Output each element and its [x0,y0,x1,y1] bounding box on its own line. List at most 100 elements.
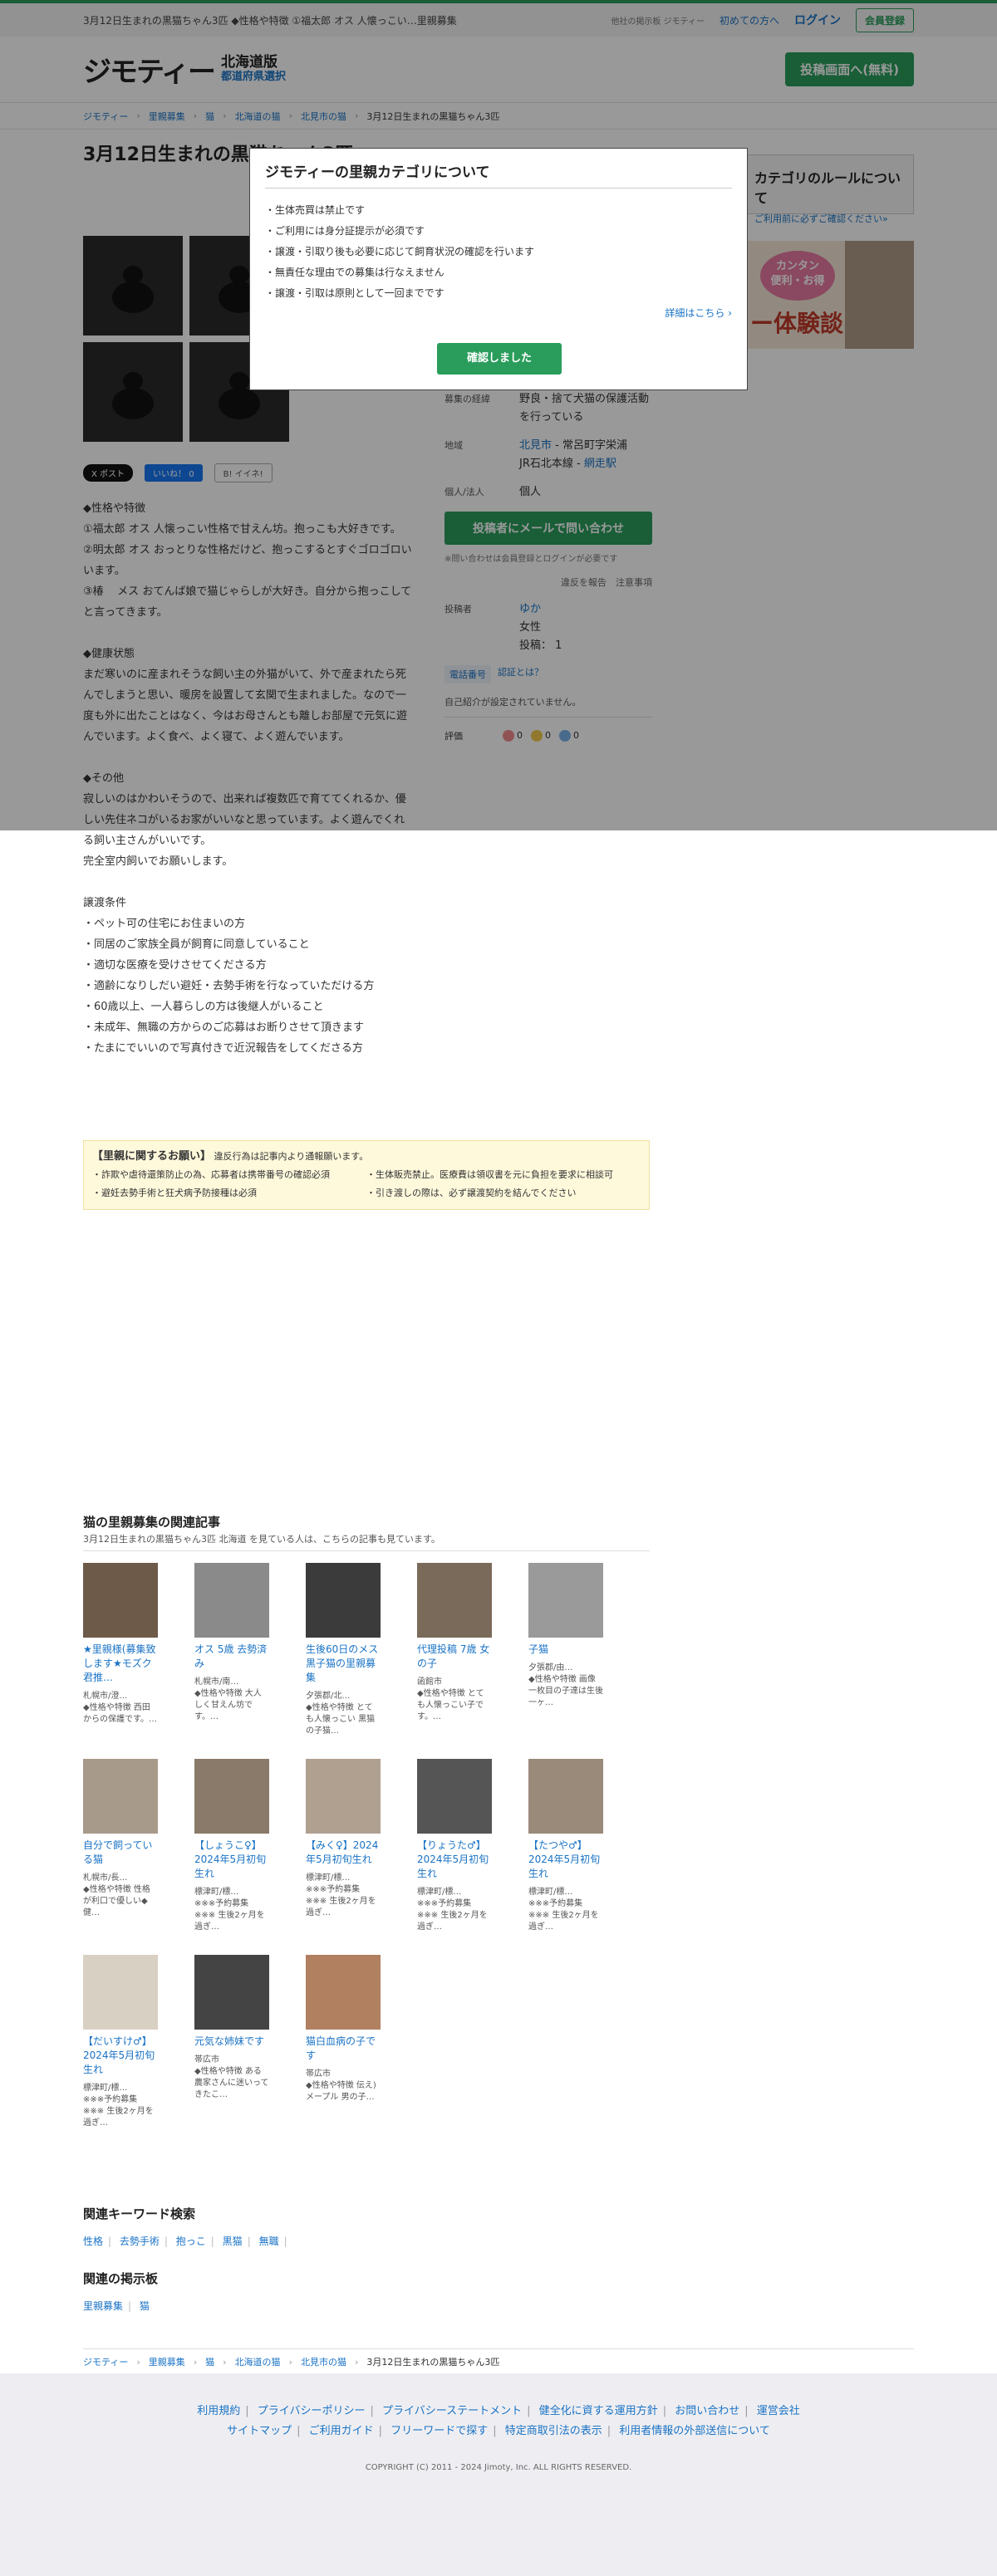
related-card-image[interactable] [194,1563,269,1638]
footer-link[interactable]: フリーワードで探す [390,2425,488,2437]
related-card-image[interactable] [83,1955,158,2030]
breadcrumb-current: 3月12日生まれの黒猫ちゃん3匹 [366,2357,500,2368]
related-card-desc: ◆性格や特徴 伝え) メープル 男の子… [306,2081,376,2102]
related-card-title[interactable]: 猫白血病の子です [306,2035,381,2063]
related-card-title[interactable]: 【たつや♂】2024年5月初旬生れ [528,1839,603,1881]
keyword-link[interactable]: 性格 [83,2236,103,2247]
related-card[interactable]: 【みく♀】2024年5月初旬生れ 標津町/標… ※※※予約募集 ※※※ 生後2ヶ月を… [306,1759,381,1919]
boards-title: 関連の掲示板 [83,2271,159,2286]
related-card[interactable]: 元気な姉妹です 帯広市 ◆性格や特徴 ある農家さんに迷いってきたこ… [194,1955,269,2101]
modal-details-link[interactable]: 詳細はこちら › [265,306,732,320]
related-card[interactable]: 【だいすけ♂】2024年5月初旬生れ 標津町/標… ※※※予約募集 ※※※ 生後2ヶ… [83,1955,158,2129]
related-card[interactable]: 【しょうこ♀】2024年5月初旬生れ 標津町/標… ※※※予約募集 ※※※ 生後2ヶ… [194,1759,269,1933]
breadcrumb-link[interactable]: 北見市の猫 [301,2355,346,2368]
related-card-desc: ◆性格や特徴 画像一枚目の子達は生後一ヶ… [528,1675,603,1707]
related-card[interactable]: 【りょうた♂】2024年5月初旬生れ 標津町/標… ※※※予約募集 ※※※ 生後2ヶ… [417,1759,492,1933]
related-card-location: 帯広市 [194,2055,219,2064]
related-card-image[interactable] [194,1955,269,2030]
modal-item: ・譲渡・引取は原則として一回までです [265,287,444,299]
related-subtitle: 3月12日生まれの黒猫ちゃん3匹 北海道 を見ている人は、こちらの記事も見ていま… [83,1532,650,1551]
related-card-location: 標津町/標… [528,1888,573,1897]
footer-link[interactable]: 健全化に資する運用方針 [539,2405,658,2417]
footer-link[interactable]: ご利用ガイド [309,2425,374,2437]
related-card-image[interactable] [306,1955,381,2030]
related-card-title[interactable]: 代理投稿 7歳 女の子 [417,1643,492,1671]
copyright: COPYRIGHT (C) 2011 - 2024 Jimoty, Inc. A… [365,2463,632,2472]
breadcrumb-link[interactable]: ジモティー [83,2355,128,2368]
modal-item: ・ご利用には身分証提示が必須です [265,225,425,237]
footer-link[interactable]: プライバシーステートメント [382,2405,522,2417]
related-card-title[interactable]: 【りょうた♂】2024年5月初旬生れ [417,1839,492,1881]
breadcrumb-link[interactable]: 北海道の猫 [235,2355,281,2368]
related-articles: 猫の里親募集の関連記事 3月12日生まれの黒猫ちゃん3匹 北海道 を見ている人は… [83,1513,650,2169]
related-card-location: 札幌市/南… [194,1677,239,1687]
related-card-location: 札幌市/澄… [83,1692,128,1701]
notice-item: ・引き渡しの際は、必ず譲渡契約を結んでください [366,1188,577,1198]
related-card-image[interactable] [417,1563,492,1638]
related-card[interactable]: ★里親様(募集致します★モズク君推… 札幌市/澄… ◆性格や特徴 西田からの保護です… [83,1563,158,1726]
related-card-desc: ◆性格や特徴 大人しく甘えん坊です。… [194,1689,262,1721]
related-card-title[interactable]: 【みく♀】2024年5月初旬生れ [306,1839,381,1867]
related-card-image[interactable] [83,1759,158,1834]
related-card-location: 帯広市 [306,2069,331,2079]
modal-overlay[interactable] [0,0,997,830]
keyword-link[interactable]: 去勢手術 [120,2236,160,2247]
related-card-title[interactable]: オス 5歳 去勢済み [194,1643,269,1671]
related-card-image[interactable] [306,1563,381,1638]
related-card-title[interactable]: 自分で飼っている猫 [83,1839,158,1867]
notice-item: ・詐欺や虐待還策防止の為、応募者は携帯番号の確認必須 [92,1169,330,1180]
related-title: 猫の里親募集の関連記事 [83,1515,221,1530]
modal-confirm-button[interactable]: 確認しました [437,343,562,375]
related-grid: ★里親様(募集致します★モズク君推… 札幌市/澄… ◆性格や特徴 西田からの保護です… [83,1563,650,2169]
related-card-image[interactable] [417,1759,492,1834]
modal-title: ジモティーの里親カテゴリについて [265,160,732,189]
keyword-link[interactable]: 無職 [259,2236,279,2247]
notice-item: ・避妊去勢手術と狂犬病予防接種は必須 [92,1188,257,1198]
category-notice-modal: ジモティーの里親カテゴリについて ・生体売買は禁止です ・ご利用には身分証提示が… [249,148,748,390]
board-link[interactable]: 猫 [140,2300,150,2312]
related-card[interactable]: 自分で飼っている猫札幌市/長… ◆性格や特徴 性格が利口で優しい◆健… [83,1759,158,1919]
related-card-desc: ◆性格や特徴 性格が利口で優しい◆健… [83,1885,150,1917]
related-card-location: 函館市 [417,1677,442,1687]
notice-item: ・生体販売禁止。医療費は領収書を元に負担を要求に相談可 [366,1169,613,1180]
modal-item: ・譲渡・引取り後も必要に応じて飼育状況の確認を行います [265,246,535,257]
related-card-title[interactable]: ★里親様(募集致します★モズク君推… [83,1643,158,1685]
modal-item: ・無責任な理由での募集は行なえません [265,267,444,278]
keyword-link[interactable]: 抱っこ [176,2236,206,2247]
related-card[interactable]: 子猫夕張郡/由… ◆性格や特徴 画像一枚目の子達は生後一ヶ… [528,1563,603,1709]
footer-link[interactable]: お問い合わせ [675,2405,739,2417]
footer-link[interactable]: 運営会社 [757,2405,800,2417]
related-card[interactable]: 生後60日のメス黒子猫の里親募集 夕張郡/北… ◆性格や特徴 とても人懐っこい 黒猫… [306,1563,381,1737]
related-card-title[interactable]: 元気な姉妹です [194,2035,269,2049]
keyword-title: 関連キーワード検索 [83,2206,196,2221]
related-card-title[interactable]: 【しょうこ♀】2024年5月初旬生れ [194,1839,269,1881]
board-link[interactable]: 里親募集 [83,2300,123,2312]
footer-link[interactable]: 利用者情報の外部送信について [619,2425,770,2437]
related-card-title[interactable]: 【だいすけ♂】2024年5月初旬生れ [83,2035,158,2077]
breadcrumb-link[interactable]: 猫 [205,2355,214,2368]
breadcrumb-link[interactable]: 里親募集 [149,2355,185,2368]
foster-notice-box: 【里親に関するお願い】 違反行為は記事内より通報願います。 ・詐欺や虐待還策防止… [83,1140,650,1210]
footer-link[interactable]: サイトマップ [227,2425,292,2437]
related-card[interactable]: 【たつや♂】2024年5月初旬生れ標津町/標… ※※※予約募集 ※※※ 生後2ヶ月… [528,1759,603,1933]
related-card-image[interactable] [306,1759,381,1834]
related-card-image[interactable] [83,1563,158,1638]
footer-link[interactable]: 特定商取引法の表示 [505,2425,602,2437]
related-card-title[interactable]: 生後60日のメス黒子猫の里親募集 [306,1643,381,1685]
footer-link[interactable]: 利用規約 [197,2405,240,2417]
related-card[interactable]: オス 5歳 去勢済み札幌市/南… ◆性格や特徴 大人しく甘えん坊です。… [194,1563,269,1723]
related-card-desc: ※※※予約募集 ※※※ 生後2ヶ月を過ぎ… [528,1899,599,1932]
related-card-image[interactable] [194,1759,269,1834]
related-card-title[interactable]: 子猫 [528,1643,603,1657]
notice-subtitle: 違反行為は記事内より通報願います。 [214,1151,369,1162]
related-card[interactable]: 代理投稿 7歳 女の子 函館市 ◆性格や特徴 とても人懐っこい子です。… [417,1563,492,1723]
related-card-image[interactable] [528,1759,603,1834]
related-card-desc: ※※※予約募集 ※※※ 生後2ヶ月を過ぎ… [306,1885,376,1917]
footer-link[interactable]: プライバシーポリシー [258,2405,366,2417]
related-card-location: 札幌市/長… [83,1873,128,1883]
related-card-desc: ※※※予約募集 ※※※ 生後2ヶ月を過ぎ… [417,1899,488,1932]
keyword-link[interactable]: 黒猫 [223,2236,243,2247]
related-card[interactable]: 猫白血病の子です帯広市 ◆性格や特徴 伝え) メープル 男の子… [306,1955,381,2103]
related-card-image[interactable] [528,1563,603,1638]
related-card-location: 夕張郡/由… [528,1663,573,1672]
